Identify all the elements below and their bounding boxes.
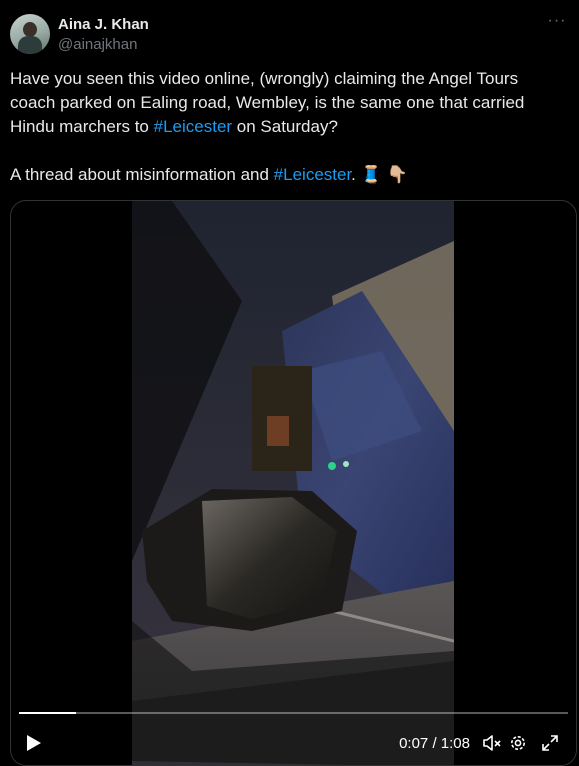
video-still-image	[132, 201, 454, 765]
hashtag-link[interactable]: #Leicester	[274, 165, 352, 184]
video-player[interactable]: 0:07 / 1:08	[10, 200, 577, 766]
video-controls: 0:07 / 1:08	[11, 725, 576, 761]
play-icon[interactable]	[23, 733, 43, 753]
avatar-body	[18, 36, 42, 54]
progress-fill	[19, 712, 76, 714]
tweet-paragraph-2: A thread about misinformation and #Leice…	[10, 163, 565, 187]
tweet-text-segment: on Saturday?	[232, 117, 338, 136]
video-frame	[132, 201, 454, 765]
hashtag-link[interactable]: #Leicester	[154, 117, 232, 136]
duration: 1:08	[440, 735, 470, 752]
video-time: 0:07 / 1:08	[399, 735, 470, 752]
tweet-text: Have you seen this video online, (wrongl…	[10, 67, 565, 187]
author-handle[interactable]: @ainajkhan	[58, 36, 137, 53]
author-name[interactable]: Aina J. Khan	[58, 16, 149, 33]
time-separator: /	[428, 735, 441, 752]
mute-icon[interactable]	[482, 733, 502, 753]
fullscreen-icon[interactable]	[540, 733, 560, 753]
tweet-text-segment: . 🧵 👇🏼	[351, 165, 408, 184]
avatar[interactable]	[10, 14, 50, 54]
current-time: 0:07	[399, 735, 429, 752]
gear-icon[interactable]	[508, 733, 528, 753]
tweet-text-segment: A thread about misinformation and	[10, 165, 274, 184]
tweet-paragraph-1: Have you seen this video online, (wrongl…	[10, 67, 565, 139]
progress-bar[interactable]	[19, 712, 568, 714]
tweet-header: Aina J. Khan @ainajkhan ···	[10, 13, 569, 56]
more-options-icon[interactable]: ···	[545, 13, 569, 34]
avatar-head	[23, 22, 37, 37]
